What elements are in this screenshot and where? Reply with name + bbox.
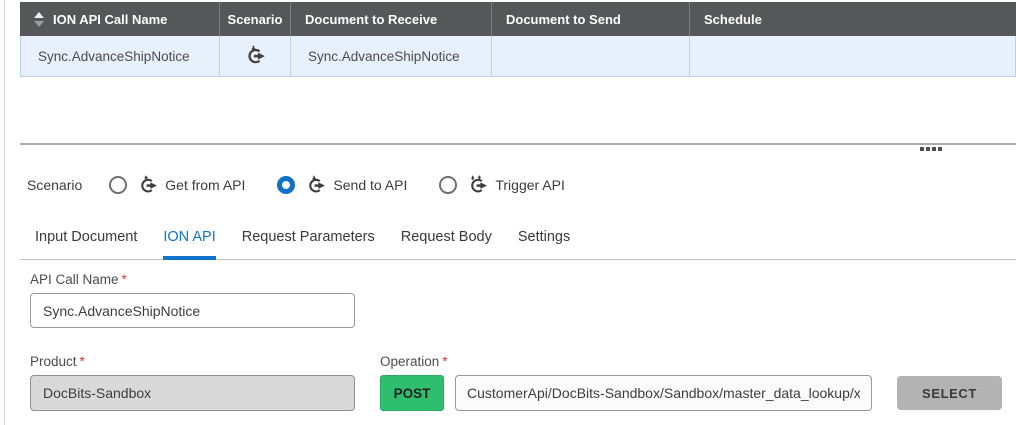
tab-request-parameters[interactable]: Request Parameters xyxy=(242,217,375,260)
radio-label: Get from API xyxy=(165,177,245,193)
product-label: Product* xyxy=(30,354,85,369)
scenario-group-label: Scenario xyxy=(27,177,82,193)
required-asterisk: * xyxy=(80,354,85,369)
radio-button-selected[interactable] xyxy=(277,176,295,194)
table-row[interactable]: Sync.AdvanceShipNotice Sync.AdvanceShipN… xyxy=(20,36,1016,77)
tab-settings[interactable]: Settings xyxy=(518,217,570,260)
operation-label: Operation* xyxy=(380,354,448,369)
column-header-schedule[interactable]: Schedule xyxy=(690,2,1016,36)
sort-asc-icon xyxy=(34,12,44,18)
api-call-name-input[interactable] xyxy=(30,293,355,328)
ion-api-configuration-page: ION API Call Name Scenario Document to R… xyxy=(0,0,1016,425)
table-header-row: ION API Call Name Scenario Document to R… xyxy=(20,2,1016,36)
cell-document-to-receive: Sync.AdvanceShipNotice xyxy=(291,36,492,76)
radio-label: Send to API xyxy=(333,177,407,193)
sort-icon[interactable] xyxy=(34,12,44,27)
scenario-option-send-to-api[interactable]: Send to API xyxy=(277,175,407,196)
panel-left-border xyxy=(4,0,5,425)
radio-label: Trigger API xyxy=(495,177,565,193)
http-method-badge: POST xyxy=(380,375,444,411)
send-to-api-icon xyxy=(305,175,326,196)
scenario-option-trigger-api[interactable]: Trigger API xyxy=(439,175,565,196)
cell-schedule xyxy=(690,36,1015,76)
scenario-radio-group: Scenario Get from API Send to API Trigge… xyxy=(27,171,597,199)
product-input[interactable] xyxy=(30,375,355,411)
pane-divider xyxy=(20,143,1016,145)
cell-scenario xyxy=(220,36,291,76)
radio-button[interactable] xyxy=(439,176,457,194)
column-header-label: Document to Send xyxy=(506,12,621,27)
required-asterisk: * xyxy=(122,272,127,287)
column-header-label: Document to Receive xyxy=(305,12,437,27)
column-header-scenario[interactable]: Scenario xyxy=(220,2,291,36)
column-header-ion-api-call-name[interactable]: ION API Call Name xyxy=(20,2,220,36)
scenario-option-get-from-api[interactable]: Get from API xyxy=(109,175,245,196)
select-operation-button[interactable]: SELECT xyxy=(897,376,1002,410)
ion-api-calls-table: ION API Call Name Scenario Document to R… xyxy=(20,2,1016,77)
get-from-api-icon xyxy=(137,175,158,196)
column-header-label: Scenario xyxy=(228,12,283,27)
tab-bar: Input Document ION API Request Parameter… xyxy=(20,217,1016,260)
column-header-label: Schedule xyxy=(704,12,762,27)
column-header-document-to-receive[interactable]: Document to Receive xyxy=(291,2,492,36)
operation-input[interactable] xyxy=(455,375,872,411)
required-asterisk: * xyxy=(442,354,447,369)
pane-resize-handle[interactable] xyxy=(920,147,942,151)
column-header-label: ION API Call Name xyxy=(53,12,167,27)
api-call-name-label: API Call Name* xyxy=(30,272,127,287)
cell-api-call-name: Sync.AdvanceShipNotice xyxy=(21,36,220,76)
column-header-document-to-send[interactable]: Document to Send xyxy=(492,2,690,36)
trigger-api-icon xyxy=(467,175,488,196)
tab-input-document[interactable]: Input Document xyxy=(35,217,137,260)
tab-request-body[interactable]: Request Body xyxy=(401,217,492,260)
radio-button[interactable] xyxy=(109,176,127,194)
cell-document-to-send xyxy=(492,36,690,76)
tab-ion-api[interactable]: ION API xyxy=(163,217,215,260)
send-to-api-icon xyxy=(244,45,266,67)
sort-desc-icon xyxy=(34,21,44,27)
